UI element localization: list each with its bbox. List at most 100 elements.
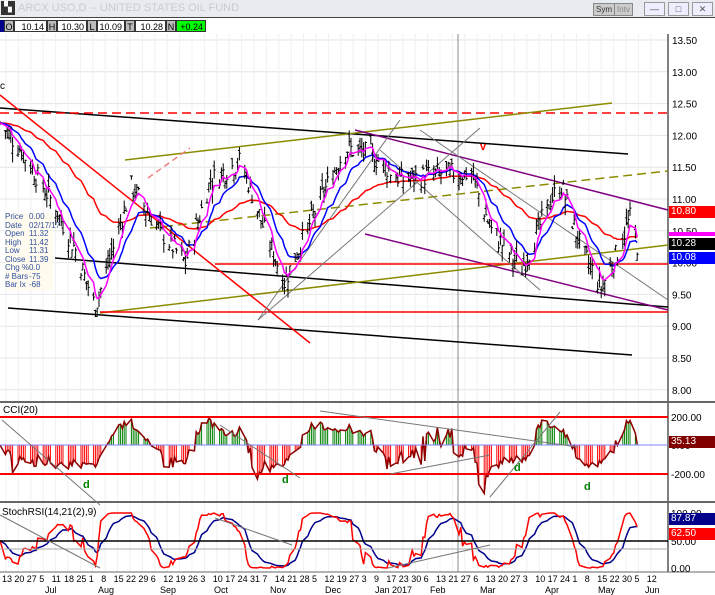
date-tick-label: 24 [238, 574, 248, 584]
price-tick-label: 13.50 [672, 36, 697, 47]
month-label: Sep [160, 585, 176, 595]
stoch-d-value-tag: 87.87 [669, 513, 715, 525]
price-bar [207, 182, 211, 193]
price-bar [515, 240, 519, 262]
cci-trendline [1, 419, 101, 506]
trendline-black-upper [0, 107, 629, 155]
price-bar [261, 216, 265, 228]
date-tick-label: 5 [39, 574, 44, 584]
price-bar [295, 251, 299, 260]
price-bar [246, 187, 250, 194]
price-bar [488, 218, 492, 228]
price-bar [48, 194, 52, 209]
month-label: Nov [270, 585, 287, 595]
price-bar [268, 240, 272, 258]
price-bar [81, 262, 85, 271]
price-chart[interactable]: c v CCI(20) d d d d 200.00 0.00 -200.00 … [0, 0, 715, 595]
price-bar [621, 233, 625, 250]
price-bar [32, 175, 36, 186]
price-tick-label: 11.00 [672, 195, 697, 206]
price-bar [108, 248, 112, 268]
price-bar [351, 154, 355, 158]
price-bar [200, 200, 204, 209]
price-bar [545, 199, 549, 217]
cci-value-tag: 35.13 [669, 436, 715, 448]
price-bar [552, 175, 556, 198]
price-bar [320, 173, 324, 191]
price-bar [385, 172, 389, 189]
ma-fast-price-tag [669, 232, 715, 236]
price-bar [486, 219, 490, 224]
date-tick-label: 19 [337, 574, 347, 584]
date-tick-label: 29 [138, 574, 148, 584]
price-bar [162, 234, 166, 253]
price-bar [209, 169, 213, 190]
date-tick-label: 5 [634, 574, 639, 584]
date-tick-label: 15 [597, 574, 607, 584]
annotation-d: d [584, 481, 591, 493]
date-tick-label: 12 [163, 574, 173, 584]
date-tick-label: 6 [473, 574, 478, 584]
month-label: Jan 2017 [375, 585, 412, 595]
price-tick-label: 13.00 [672, 68, 697, 79]
annotation-d: d [514, 462, 521, 474]
price-bar [306, 222, 310, 235]
price-bar [590, 258, 594, 280]
date-tick-label: 6 [151, 574, 156, 584]
price-bar [223, 180, 227, 189]
price-bar [309, 200, 313, 211]
month-label: Apr [545, 585, 559, 595]
date-tick-label: 1 [572, 574, 577, 584]
date-tick-label: 17 [548, 574, 558, 584]
price-bar [86, 280, 90, 297]
date-tick-label: 20 [498, 574, 508, 584]
price-bar [11, 137, 15, 163]
date-tick-label: 27 [510, 574, 520, 584]
date-tick-label: 19 [176, 574, 186, 584]
trendline-black-lower [7, 307, 633, 356]
price-tick-label: 12.50 [672, 100, 697, 111]
price-bar [628, 201, 632, 217]
ma-mid-line [0, 122, 638, 280]
month-label: Oct [214, 585, 229, 595]
annotation-d: d [282, 474, 289, 486]
date-tick-label: 25 [76, 574, 86, 584]
date-tick-label: 27 [461, 574, 471, 584]
price-bar [122, 200, 126, 215]
cursor-info-value: -68 [29, 280, 41, 289]
stoch-tick-0: 0.00 [671, 564, 691, 575]
date-tick-label: 18 [64, 574, 74, 584]
price-bar [66, 239, 70, 259]
price-bar [84, 281, 88, 291]
cursor-info-row: Bar Ix -68 [5, 280, 53, 290]
price-bar [174, 247, 178, 254]
date-tick-label: 3 [200, 574, 205, 584]
date-tick-label: 17 [386, 574, 396, 584]
price-tick-label: 12.00 [672, 131, 697, 142]
date-tick-label: 10 [213, 574, 223, 584]
cursor-info-box: Price 0.00 Date 02/17/17 Open 11.32 High 11.42 L… [5, 212, 60, 290]
cci-tick-200: 200.00 [671, 413, 702, 424]
month-label: May [598, 585, 616, 595]
price-bar [624, 208, 628, 226]
date-tick-label: 27 [349, 574, 359, 584]
price-bar [257, 209, 261, 218]
price-bar [482, 214, 486, 222]
date-tick-label: 21 [448, 574, 458, 584]
month-label: Jun [645, 585, 660, 595]
date-tick-label: 3 [362, 574, 367, 584]
date-tick-label: 13 [2, 574, 12, 584]
price-bar [419, 181, 423, 194]
cci-tick-minus200: -200.00 [671, 470, 705, 481]
price-bar [372, 158, 376, 173]
price-bar [360, 137, 364, 158]
price-bar [124, 207, 128, 212]
cci-title: CCI(20) [3, 405, 38, 416]
date-tick-label: 14 [275, 574, 285, 584]
ma-slow-path [0, 122, 638, 241]
price-bar [144, 211, 148, 227]
price-bar [333, 167, 337, 173]
price-bar [570, 226, 574, 230]
date-tick-label: 31 [250, 574, 260, 584]
date-tick-label: 17 [225, 574, 235, 584]
